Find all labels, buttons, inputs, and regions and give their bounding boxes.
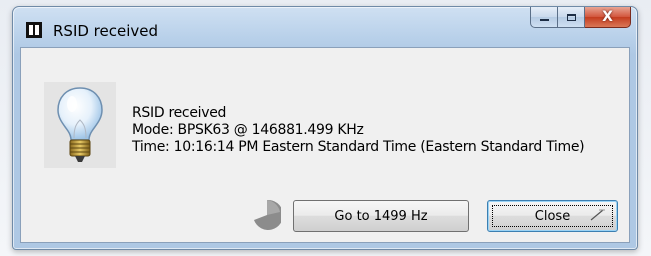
caption-buttons: X — [530, 7, 631, 29]
lightbulb-icon — [57, 87, 103, 162]
app-icon — [26, 22, 42, 38]
close-icon: X — [602, 9, 613, 25]
busy-indicator-icon — [254, 199, 281, 230]
maximize-icon — [566, 13, 576, 21]
minimize-icon — [539, 19, 549, 21]
message-text: RSID received Mode: BPSK63 @ 146881.499 … — [132, 105, 585, 156]
minimize-button[interactable] — [530, 7, 558, 28]
window-title: RSID received — [53, 22, 159, 40]
maximize-button[interactable] — [558, 7, 585, 28]
message-line-title: RSID received — [132, 105, 227, 121]
title-bar[interactable]: RSID received X — [13, 7, 637, 47]
close-window-button[interactable]: X — [585, 7, 631, 28]
cursor-icon — [590, 209, 605, 221]
lightbulb-icon-frame — [44, 82, 116, 168]
go-to-frequency-button[interactable]: Go to 1499 Hz — [293, 200, 469, 232]
go-to-frequency-label: Go to 1499 Hz — [334, 208, 428, 224]
message-line-mode: Mode: BPSK63 @ 146881.499 KHz — [132, 122, 364, 138]
message-line-time: Time: 10:16:14 PM Eastern Standard Time … — [132, 139, 585, 155]
close-button[interactable]: Close — [487, 200, 618, 232]
rsid-dialog-window: RSID received X RSID received Mode: BPSK… — [12, 6, 638, 250]
close-button-label: Close — [534, 208, 571, 224]
dialog-content: RSID received Mode: BPSK63 @ 146881.499 … — [20, 47, 630, 243]
